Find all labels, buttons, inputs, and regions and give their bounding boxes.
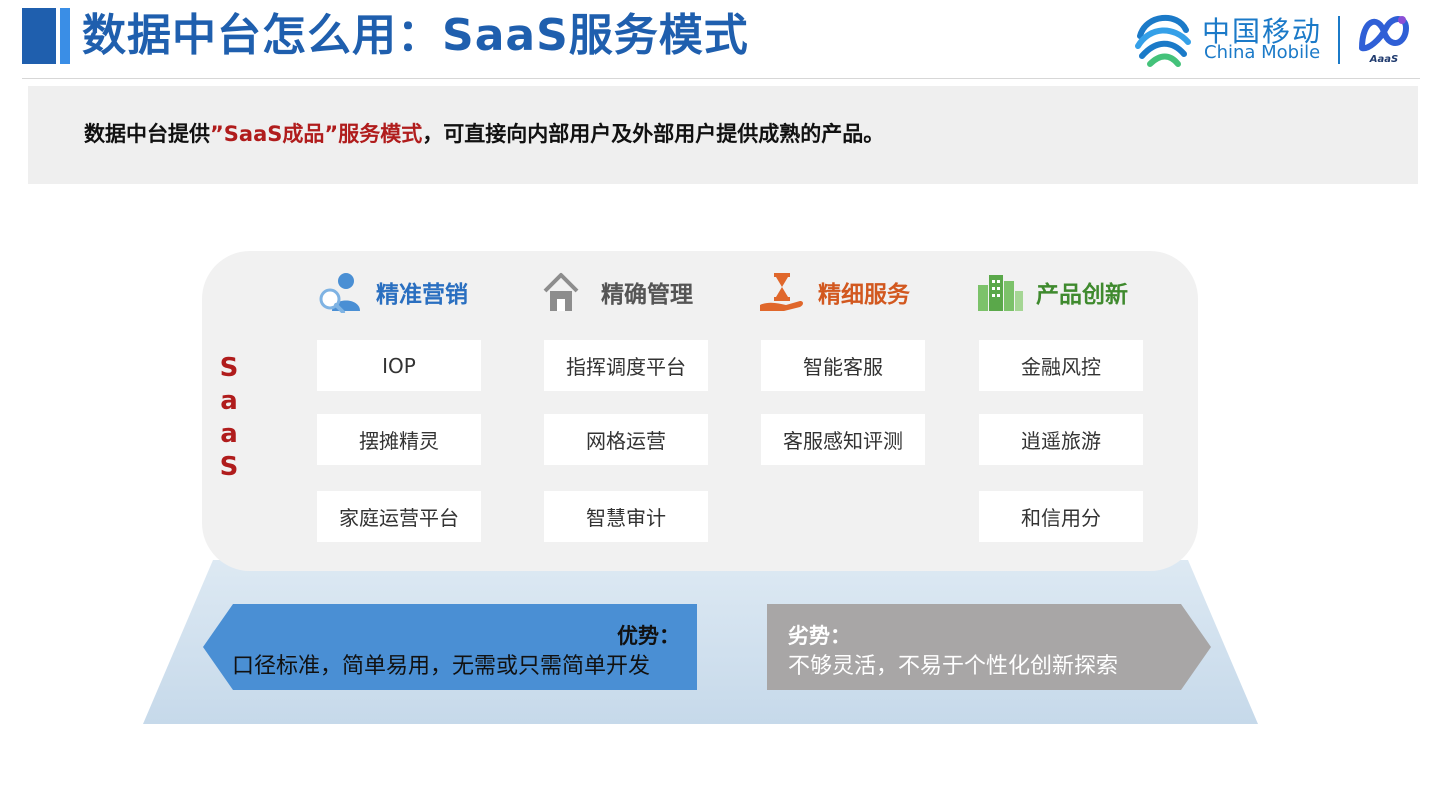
service-hand-icon bbox=[760, 273, 803, 311]
product-cell-risk: 金融风控 bbox=[979, 340, 1143, 391]
column-title: 精准营销 bbox=[376, 282, 468, 308]
title-divider bbox=[22, 78, 1420, 79]
intro-statement: 数据中台提供”SaaS成品”服务模式，可直接向内部用户及外部用户提供成熟的产品。 bbox=[84, 118, 884, 150]
product-cell-travel: 逍遥旅游 bbox=[979, 414, 1143, 465]
disadvantage-title: 劣势： bbox=[788, 624, 851, 648]
intro-suffix: ，可直接向内部用户及外部用户提供成熟的产品。 bbox=[422, 122, 885, 146]
product-cell-family: 家庭运营平台 bbox=[317, 491, 481, 542]
advantage-text: 口径标准，简单易用，无需或只需简单开发 bbox=[232, 654, 651, 679]
china-mobile-en-name: China Mobile bbox=[1204, 42, 1321, 63]
saas-letter: S bbox=[219, 452, 239, 482]
saas-vertical-label: S a a S bbox=[216, 352, 242, 484]
page-title: 数据中台怎么用：SaaS服务模式 bbox=[82, 10, 749, 61]
saas-letter: a bbox=[220, 419, 238, 449]
column-header-innovation: 产品创新 bbox=[976, 270, 1128, 314]
column-title: 精确管理 bbox=[601, 282, 693, 308]
advantage-title: 优势： bbox=[617, 624, 680, 648]
column-title: 精细服务 bbox=[818, 282, 910, 308]
column-header-marketing: 精准营销 bbox=[316, 270, 468, 314]
house-icon bbox=[543, 273, 579, 311]
column-header-service: 精细服务 bbox=[758, 270, 910, 314]
intro-prefix: 数据中台提供 bbox=[84, 122, 210, 146]
title-accent-bar bbox=[22, 8, 70, 64]
product-cell-iop: IOP bbox=[317, 340, 481, 391]
disadvantage-text: 不够灵活，不易于个性化创新探索 bbox=[788, 654, 1119, 679]
product-cell-smart-cs: 智能客服 bbox=[761, 340, 925, 391]
china-mobile-logo-icon bbox=[1135, 14, 1191, 67]
intro-highlight: ”SaaS成品”服务模式 bbox=[210, 122, 423, 146]
product-cell-grid: 网格运营 bbox=[544, 414, 708, 465]
column-header-management: 精确管理 bbox=[541, 270, 693, 314]
product-cell-baitan: 摆摊精灵 bbox=[317, 414, 481, 465]
product-cell-credit: 和信用分 bbox=[979, 491, 1143, 542]
saas-letter: a bbox=[220, 386, 238, 416]
product-cell-audit: 智慧审计 bbox=[544, 491, 708, 542]
aaas-logo-text: AaaS bbox=[1369, 54, 1399, 65]
logo-divider bbox=[1338, 16, 1340, 64]
buildings-icon bbox=[978, 275, 1023, 311]
aaas-logo-icon bbox=[1359, 16, 1409, 52]
product-cell-dispatch: 指挥调度平台 bbox=[544, 340, 708, 391]
user-search-icon bbox=[319, 273, 360, 313]
product-cell-cs-eval: 客服感知评测 bbox=[761, 414, 925, 465]
column-title: 产品创新 bbox=[1036, 282, 1128, 308]
saas-letter: S bbox=[219, 353, 239, 383]
